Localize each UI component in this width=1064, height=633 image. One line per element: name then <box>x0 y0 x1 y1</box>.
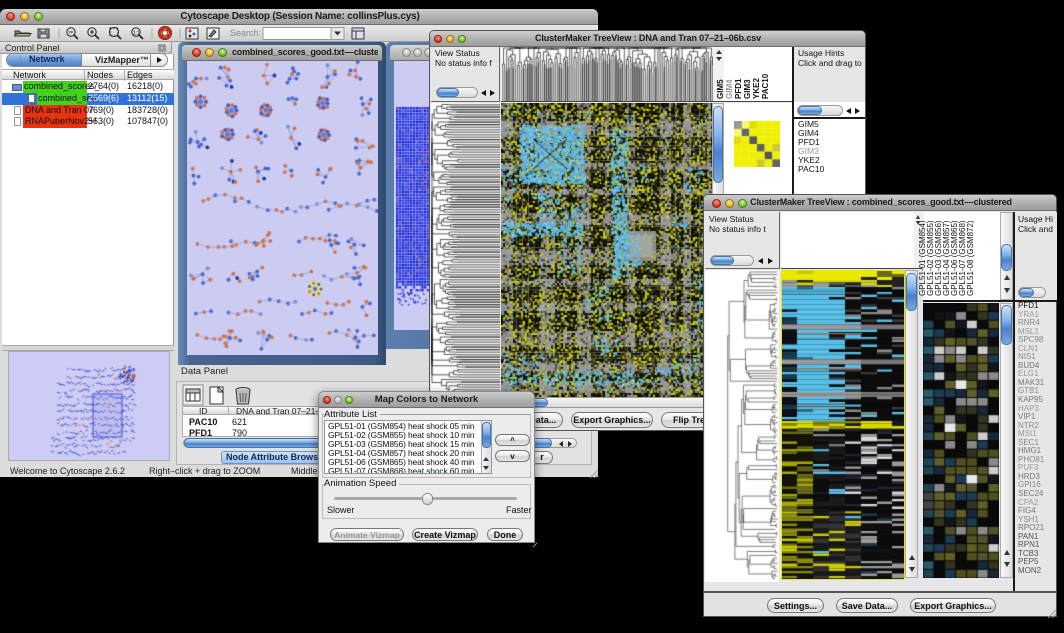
svg-text:1:1: 1:1 <box>133 31 140 37</box>
svg-text:Search:: Search: <box>230 28 261 38</box>
